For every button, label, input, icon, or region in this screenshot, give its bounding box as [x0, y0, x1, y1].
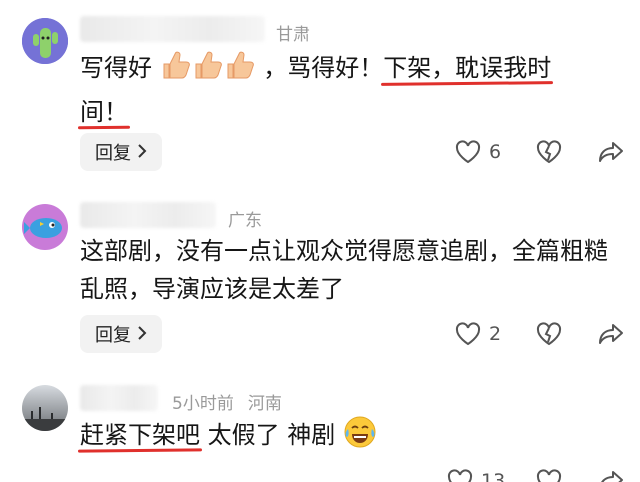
reply-button[interactable]: 回复: [80, 133, 162, 171]
comment-item: 5小时前 河南 赶紧下架吧 太假了 神剧 13: [0, 365, 640, 482]
share-button[interactable]: [598, 140, 624, 164]
username-redacted: [80, 202, 216, 228]
comment-item: 广东 这部剧，没有一点让观众觉得愿意追剧，全篇粗糙乱照，导演应该是太差了 回复 …: [0, 180, 640, 365]
avatar[interactable]: [22, 18, 68, 64]
comment-text: 写得好 ，骂得好！下架，耽误我时 间！: [80, 48, 620, 131]
avatar[interactable]: [22, 204, 68, 250]
dislike-button[interactable]: [536, 469, 562, 482]
tears-of-joy-emoji: [343, 415, 377, 460]
comment-meta: 5小时前 河南: [172, 389, 282, 414]
comment-text: 赶紧下架吧 太假了 神剧: [80, 415, 620, 460]
underlined-text: 赶紧下架吧: [80, 421, 200, 449]
comment-location: 甘肃: [276, 25, 310, 45]
like-button[interactable]: 2: [455, 322, 501, 346]
username-redacted: [80, 16, 265, 42]
comment-text-part: 写得好: [80, 54, 152, 82]
comment-text-part: 太假了 神剧: [200, 421, 336, 449]
comment-location: 广东: [228, 211, 262, 231]
heart-outline-icon: [455, 140, 481, 164]
broken-heart-icon: [536, 322, 562, 346]
comment-meta: 甘肃: [276, 20, 310, 45]
like-count: 6: [489, 141, 502, 163]
share-button[interactable]: [598, 469, 624, 482]
comment-time: 5小时前: [172, 394, 234, 414]
comment-item: 甘肃 写得好 ，骂得好！下架，耽误我时 间！ 回复 6: [0, 0, 640, 180]
underlined-text: 下架，耽误我时: [383, 54, 552, 82]
share-arrow-icon: [598, 140, 624, 164]
broken-heart-icon: [536, 140, 562, 164]
dislike-button[interactable]: [536, 140, 562, 164]
broken-heart-icon: [536, 469, 562, 482]
heart-outline-icon: [447, 469, 473, 482]
dislike-button[interactable]: [536, 322, 562, 346]
reply-button[interactable]: 回复: [80, 315, 162, 353]
like-count: 13: [481, 470, 506, 482]
chevron-right-icon: [137, 142, 147, 163]
like-button[interactable]: 13: [447, 469, 505, 482]
comment-text: 这部剧，没有一点让观众觉得愿意追剧，全篇粗糙乱照，导演应该是太差了: [80, 237, 608, 303]
reply-label: 回复: [95, 325, 131, 346]
underlined-text: 间！: [80, 98, 128, 126]
comment-location: 河南: [247, 394, 282, 414]
comment-meta: 广东: [228, 206, 262, 231]
share-arrow-icon: [598, 469, 624, 482]
share-button[interactable]: [598, 322, 624, 346]
share-arrow-icon: [598, 322, 624, 346]
chevron-right-icon: [137, 324, 147, 345]
thumbs-up-emoji: [160, 48, 256, 93]
like-count: 2: [489, 323, 502, 345]
username-redacted: [80, 385, 158, 411]
avatar[interactable]: [22, 385, 68, 431]
comment-text-part: ，骂得好！: [263, 54, 384, 82]
like-button[interactable]: 6: [455, 140, 501, 164]
heart-outline-icon: [455, 322, 481, 346]
reply-label: 回复: [95, 143, 131, 164]
